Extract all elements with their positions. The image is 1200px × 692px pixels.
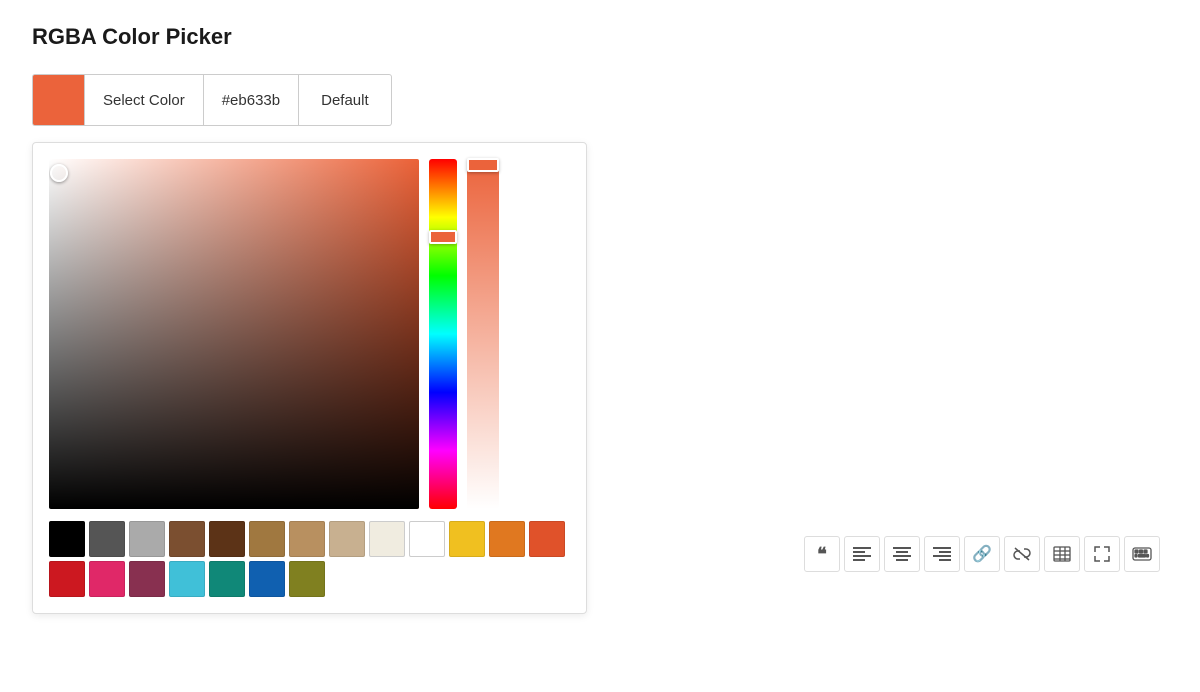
swatch[interactable] <box>329 521 365 557</box>
swatch[interactable] <box>49 561 85 597</box>
color-picker-trigger-row: Select Color #eb633b Default <box>32 74 1168 126</box>
swatch[interactable] <box>209 521 245 557</box>
swatch[interactable] <box>409 521 445 557</box>
swatch[interactable] <box>129 521 165 557</box>
default-button[interactable]: Default <box>299 74 392 126</box>
color-picker-panel <box>32 142 587 614</box>
swatch[interactable] <box>249 561 285 597</box>
alpha-handle[interactable] <box>467 158 499 172</box>
table-button[interactable] <box>1044 536 1080 572</box>
hue-slider-track[interactable] <box>429 159 457 509</box>
page-wrapper: RGBA Color Picker Select Color #eb633b D… <box>0 0 1200 692</box>
swatch[interactable] <box>449 521 485 557</box>
swatch[interactable] <box>169 561 205 597</box>
hex-value-button[interactable]: #eb633b <box>203 74 299 126</box>
swatch[interactable] <box>289 561 325 597</box>
saturation-gradient <box>49 159 419 509</box>
swatch[interactable] <box>89 521 125 557</box>
swatches-row <box>49 521 570 597</box>
swatch[interactable] <box>129 561 165 597</box>
page-title: RGBA Color Picker <box>32 24 1168 50</box>
hue-handle[interactable] <box>429 230 457 244</box>
picker-main-row <box>49 159 570 509</box>
align-center-button[interactable] <box>884 536 920 572</box>
alpha-gradient-overlay <box>467 159 499 509</box>
toolbar-area: ❝ 🔗 <box>804 536 1160 572</box>
alpha-slider-container[interactable] <box>467 159 499 509</box>
keyboard-button[interactable] <box>1124 536 1160 572</box>
saturation-handle[interactable] <box>50 164 68 182</box>
swatch[interactable] <box>169 521 205 557</box>
hue-slider-container[interactable] <box>429 159 457 509</box>
align-left-button[interactable] <box>844 536 880 572</box>
saturation-canvas[interactable] <box>49 159 419 509</box>
blockquote-button[interactable]: ❝ <box>804 536 840 572</box>
swatch[interactable] <box>209 561 245 597</box>
swatch[interactable] <box>49 521 85 557</box>
swatch[interactable] <box>249 521 285 557</box>
color-swatch-button[interactable] <box>32 74 84 126</box>
swatch[interactable] <box>289 521 325 557</box>
expand-button[interactable] <box>1084 536 1120 572</box>
swatch[interactable] <box>529 521 565 557</box>
swatch[interactable] <box>369 521 405 557</box>
swatch[interactable] <box>489 521 525 557</box>
select-color-button[interactable]: Select Color <box>84 74 203 126</box>
align-right-button[interactable] <box>924 536 960 572</box>
swatch[interactable] <box>89 561 125 597</box>
unlink-button[interactable] <box>1004 536 1040 572</box>
link-button[interactable]: 🔗 <box>964 536 1000 572</box>
